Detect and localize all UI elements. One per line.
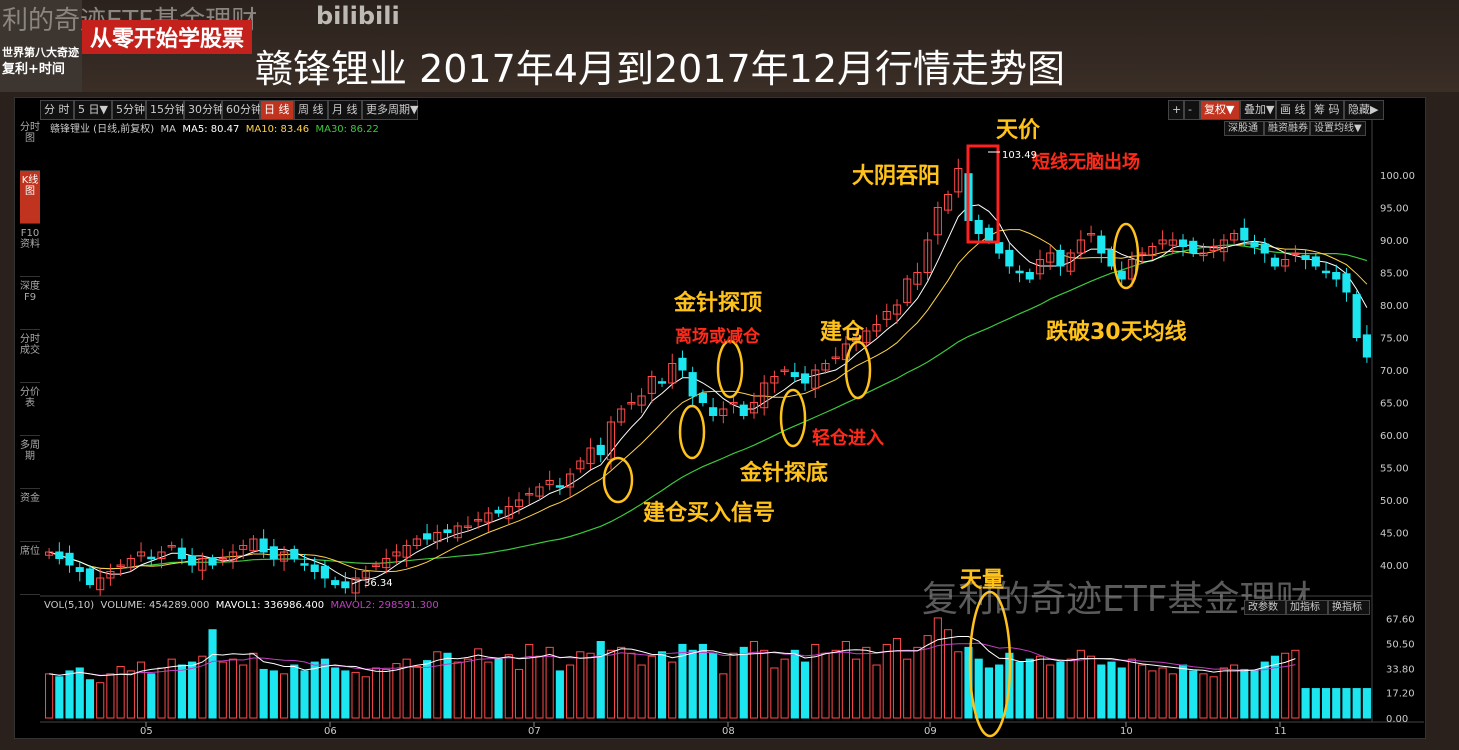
mavol1-value: MAVOL1: 336986.400 <box>215 600 325 611</box>
annotation-jinzhen-ding: 金针探顶 <box>674 291 763 316</box>
period-tab-5[interactable]: 60分钟 <box>222 100 262 120</box>
sidebar-tab-3[interactable]: 深度F9 <box>20 277 40 330</box>
right-tool-1[interactable]: - <box>1184 100 1200 120</box>
stock-name: 赣锋锂业 (日线,前复权) <box>50 124 155 135</box>
annotation-tianjia: 天价 <box>996 118 1041 143</box>
low-price-label: 36.34 <box>364 578 393 589</box>
period-tab-6[interactable]: 日 线 <box>260 100 294 120</box>
avatar-line-2: 复利+时间 <box>2 62 65 77</box>
sub-tool-1[interactable]: 融资融券 <box>1264 121 1310 136</box>
annotation-duanxian: 短线无脑出场 <box>1032 152 1140 173</box>
sidebar-tab-0[interactable]: 分时图 <box>20 118 40 171</box>
high-price-label: 103.49 <box>1002 150 1037 161</box>
right-tool-2[interactable]: 复权▼ <box>1200 100 1240 120</box>
bilibili-logo: bilibili <box>316 2 400 30</box>
annotation-jiancang-signal: 建仓买入信号 <box>643 501 776 526</box>
annotation-tianliang: 天量 <box>960 568 1005 593</box>
sidebar-tab-5[interactable]: 分价表 <box>20 383 40 436</box>
sidebar-tab-4[interactable]: 分时成交 <box>20 330 40 383</box>
right-tool-4[interactable]: 画 线 <box>1276 100 1310 120</box>
volume-legend: VOL(5,10) VOLUME: 454289.000 MAVOL1: 336… <box>44 600 439 611</box>
period-tab-2[interactable]: 5分钟 <box>112 100 146 120</box>
period-tab-1[interactable]: 5 日▼ <box>74 100 112 120</box>
annotation-dayin: 大阴吞阳 <box>852 164 941 189</box>
annotation-diepo: 跌破30天均线 <box>1046 320 1187 345</box>
annotation-jinzhen-di: 金针探底 <box>740 461 829 486</box>
page-title: 赣锋锂业 2017年4月到2017年12月行情走势图 <box>255 47 1066 91</box>
ma-label: MA <box>160 124 176 135</box>
vol-button-1[interactable]: 加指标 <box>1286 600 1328 615</box>
sidebar-tab-7[interactable]: 资金 <box>20 489 40 542</box>
right-tool-3[interactable]: 叠加▼ <box>1240 100 1276 120</box>
sub-tool-2[interactable]: 设置均线▼ <box>1310 121 1366 136</box>
period-tab-7[interactable]: 周 线 <box>294 100 328 120</box>
course-badge: 从零开始学股票 <box>82 20 253 54</box>
vol-button-2[interactable]: 换指标 <box>1328 600 1370 615</box>
vol-value: VOLUME: 454289.000 <box>100 600 210 611</box>
mavol2-value: MAVOL2: 298591.300 <box>330 600 439 611</box>
sidebar-tab-1[interactable]: K线图 <box>20 171 40 224</box>
sub-tool-0[interactable]: 深股通 <box>1224 121 1264 136</box>
period-tab-8[interactable]: 月 线 <box>328 100 362 120</box>
period-tab-3[interactable]: 15分钟 <box>146 100 186 120</box>
ma10-value: MA10: 83.46 <box>245 124 310 135</box>
vol-label: VOL(5,10) <box>44 600 95 611</box>
right-tool-6[interactable]: 隐藏▶ <box>1344 100 1384 120</box>
right-tool-5[interactable]: 筹 码 <box>1310 100 1344 120</box>
period-tab-4[interactable]: 30分钟 <box>184 100 224 120</box>
sidebar-tab-6[interactable]: 多周期 <box>20 436 40 489</box>
ma5-value: MA5: 80.47 <box>182 124 240 135</box>
annotation-qingcang: 轻仓进入 <box>812 428 884 449</box>
annotation-jiancang: 建仓 <box>820 320 865 345</box>
period-tab-9[interactable]: 更多周期▼ <box>362 100 418 120</box>
chart-frame <box>14 97 1426 739</box>
period-tab-0[interactable]: 分 时 <box>40 100 74 120</box>
vol-button-0[interactable]: 改参数 <box>1244 600 1286 615</box>
ma30-value: MA30: 86.22 <box>315 124 379 135</box>
sidebar-tab-8[interactable]: 席位 <box>20 542 40 595</box>
annotation-lichang: 离场或减仓 <box>675 327 760 347</box>
right-tool-0[interactable]: + <box>1168 100 1184 120</box>
ma-legend: 赣锋锂业 (日线,前复权) MA MA5: 80.47 MA10: 83.46 … <box>50 120 379 135</box>
sidebar-tab-2[interactable]: F10资料 <box>20 224 40 277</box>
